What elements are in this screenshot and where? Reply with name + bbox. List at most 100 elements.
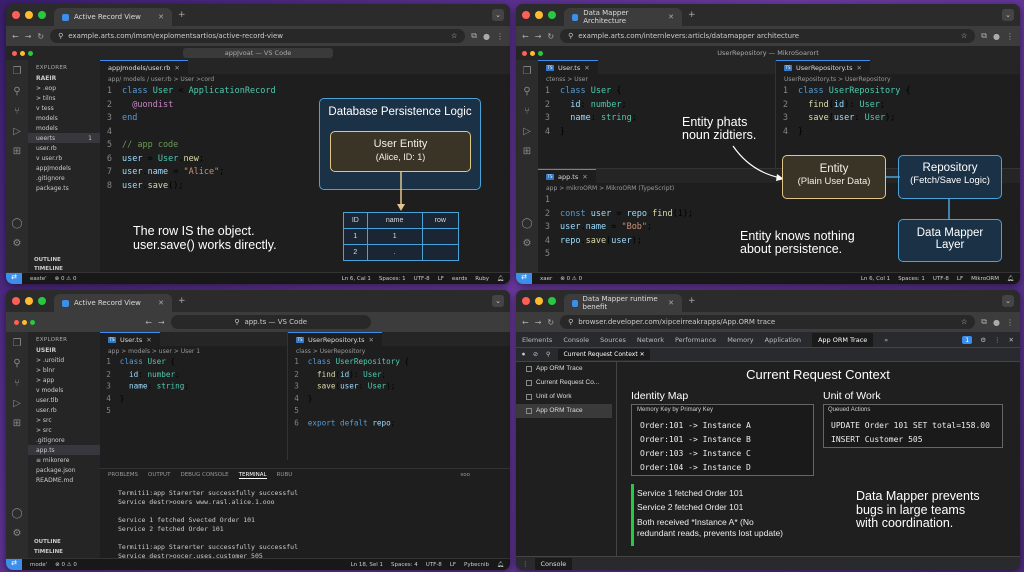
status-language[interactable]: Pybecnib <box>464 562 489 568</box>
tab-list-button[interactable]: ⌄ <box>1002 295 1014 307</box>
search-icon[interactable]: ⚲ <box>13 86 20 97</box>
code-line[interactable]: 1 class User < ApplicationRecord <box>100 85 510 99</box>
settings-gear-icon[interactable]: ⚙ <box>523 238 532 249</box>
explorer-item[interactable]: v models <box>28 385 100 395</box>
clear-icon[interactable]: ⊘ <box>533 351 538 358</box>
new-tab-button[interactable]: + <box>688 10 696 20</box>
code-line[interactable]: 4} <box>100 393 268 405</box>
explorer-item[interactable]: v tess <box>28 103 100 113</box>
maximize-window-button[interactable] <box>38 11 46 19</box>
devtools-tab[interactable]: Performance <box>675 336 716 344</box>
status-eol[interactable]: LF <box>957 276 963 282</box>
status-eol[interactable]: LF <box>438 276 444 282</box>
reload-icon[interactable]: ↻ <box>547 32 554 41</box>
url-field[interactable]: ⚲ browser.developer.com/xipceirreakrapps/… <box>560 315 976 329</box>
code-lines[interactable]: 1 class User {2 id: number; 3 name: string… <box>100 357 268 418</box>
explorer-item[interactable]: models <box>28 113 100 123</box>
extensions-icon[interactable]: ⧉ <box>981 317 987 327</box>
panel-tab[interactable]: TERMINAL <box>238 472 267 479</box>
reload-icon[interactable]: ↻ <box>547 318 554 327</box>
explorer-item[interactable]: > src <box>28 415 100 425</box>
code-line[interactable]: 2 id: number; <box>100 369 268 381</box>
forward-icon[interactable]: → <box>158 318 165 327</box>
more-icon[interactable]: ⋮ <box>994 336 1001 344</box>
editor-tab-user-repository[interactable]: TS UserRepository.ts ✕ <box>776 60 870 74</box>
status-spaces[interactable]: Spaces: 4 <box>391 562 418 568</box>
status-branch[interactable]: easte' <box>30 276 47 282</box>
command-center[interactable]: ⚲ app.ts — VS Code <box>170 315 371 329</box>
status-encoding[interactable]: UTF-8 <box>933 276 949 282</box>
devtools-sidebar-item[interactable]: Current Request Co... <box>516 376 612 390</box>
devtools-tab[interactable]: » <box>884 336 888 344</box>
status-branch[interactable]: xaer <box>540 276 552 282</box>
close-icon[interactable]: ✕ <box>1009 336 1014 344</box>
close-tab-icon[interactable]: ✕ <box>668 13 674 21</box>
code-line[interactable]: 2 id: number; <box>538 99 775 113</box>
terminal-shell-label[interactable]: soo <box>460 472 470 478</box>
explorer-root[interactable]: USEIR <box>28 345 100 355</box>
close-tab-icon[interactable]: ✕ <box>668 299 674 307</box>
url-field[interactable]: ⚲ example.arts.com/imsm/explomentsartios/… <box>50 29 466 43</box>
devtools-sidebar-item[interactable]: Unit of Work <box>516 390 612 404</box>
devtools-tab[interactable]: Sources <box>600 336 626 344</box>
maximize-window-button[interactable] <box>548 297 556 305</box>
profile-icon[interactable]: ● <box>993 318 1000 327</box>
close-window-button[interactable] <box>522 11 530 19</box>
devtools-tab[interactable]: Network <box>637 336 664 344</box>
status-encoding[interactable]: UTF-8 <box>414 276 430 282</box>
tab-list-button[interactable]: ⌄ <box>492 295 504 307</box>
account-icon[interactable]: ◯ <box>521 218 532 229</box>
search-icon[interactable]: ⚲ <box>13 358 20 369</box>
browser-tab[interactable]: Data Mapper Architecture ✕ <box>564 8 682 26</box>
filter-icon[interactable]: ⚲ <box>546 351 550 358</box>
maximize-window-button[interactable] <box>548 11 556 19</box>
editor-tab-user-ts[interactable]: TS User.ts ✕ <box>538 60 598 74</box>
minimize-window-button[interactable] <box>535 297 543 305</box>
status-eol[interactable]: LF <box>450 562 456 568</box>
files-icon[interactable]: ❐ <box>13 338 22 349</box>
tab-list-button[interactable]: ⌄ <box>1002 9 1014 21</box>
reload-icon[interactable]: ↻ <box>37 32 44 41</box>
new-tab-button[interactable]: + <box>178 296 186 306</box>
files-icon[interactable]: ❐ <box>523 66 532 77</box>
new-tab-button[interactable]: + <box>178 10 186 20</box>
status-branch[interactable]: mode' <box>30 562 47 568</box>
profile-icon[interactable]: ● <box>993 32 1000 41</box>
browser-tab[interactable]: Active Record View ✕ <box>54 8 172 26</box>
command-center[interactable]: appJvoat — VS Code <box>183 48 333 58</box>
account-icon[interactable]: ◯ <box>11 508 22 519</box>
menu-icon[interactable]: ⋮ <box>496 32 504 41</box>
forward-icon[interactable]: → <box>535 318 542 327</box>
explorer-item[interactable]: > tilns <box>28 93 100 103</box>
extensions-icon[interactable]: ⊞ <box>13 418 21 429</box>
code-lines[interactable]: 1 class UserRepository {2 find(id): User;… <box>288 357 488 430</box>
settings-gear-icon[interactable]: ⚙ <box>980 336 986 344</box>
explorer-item[interactable]: user.tlb <box>28 395 100 405</box>
devtools-tab[interactable]: Console <box>563 336 589 344</box>
devtools-tab[interactable]: Memory <box>727 336 753 344</box>
record-icon[interactable]: ⏺ <box>522 351 525 359</box>
close-tab-icon[interactable]: ✕ <box>158 299 164 307</box>
status-encoding[interactable]: UTF-8 <box>426 562 442 568</box>
console-tab[interactable]: Console <box>534 557 573 570</box>
forward-icon[interactable]: → <box>25 32 32 41</box>
run-debug-icon[interactable]: ▷ <box>13 398 21 409</box>
bookmark-icon[interactable]: ☆ <box>961 318 967 326</box>
code-line[interactable]: 1 class User { <box>100 357 268 369</box>
explorer-item[interactable]: package.json <box>28 465 100 475</box>
explorer-item[interactable]: > .uroitid <box>28 355 100 365</box>
devtools-sidebar-item[interactable]: App ORM Trace <box>516 362 612 376</box>
explorer-item[interactable]: > app <box>28 375 100 385</box>
account-icon[interactable]: ◯ <box>11 218 22 229</box>
remote-icon[interactable]: ⇄ <box>6 558 22 570</box>
timeline-section[interactable]: TIMELINE <box>28 548 69 556</box>
source-control-icon[interactable]: ⑂ <box>14 106 20 117</box>
code-line[interactable]: 3 save(user: User); <box>776 112 1020 126</box>
remote-icon[interactable]: ⇄ <box>6 272 22 284</box>
editor-tab-app-ts[interactable]: TS app.ts ✕ <box>538 169 596 183</box>
code-line[interactable]: 3 save(user: User); <box>288 381 488 393</box>
close-window-button[interactable] <box>522 297 530 305</box>
editor-tab-user-ts[interactable]: TS User.ts ✕ <box>100 332 160 346</box>
devtools-sidebar-item[interactable]: App ORM Trace <box>516 404 612 418</box>
close-tab-icon[interactable]: ✕ <box>158 13 164 21</box>
